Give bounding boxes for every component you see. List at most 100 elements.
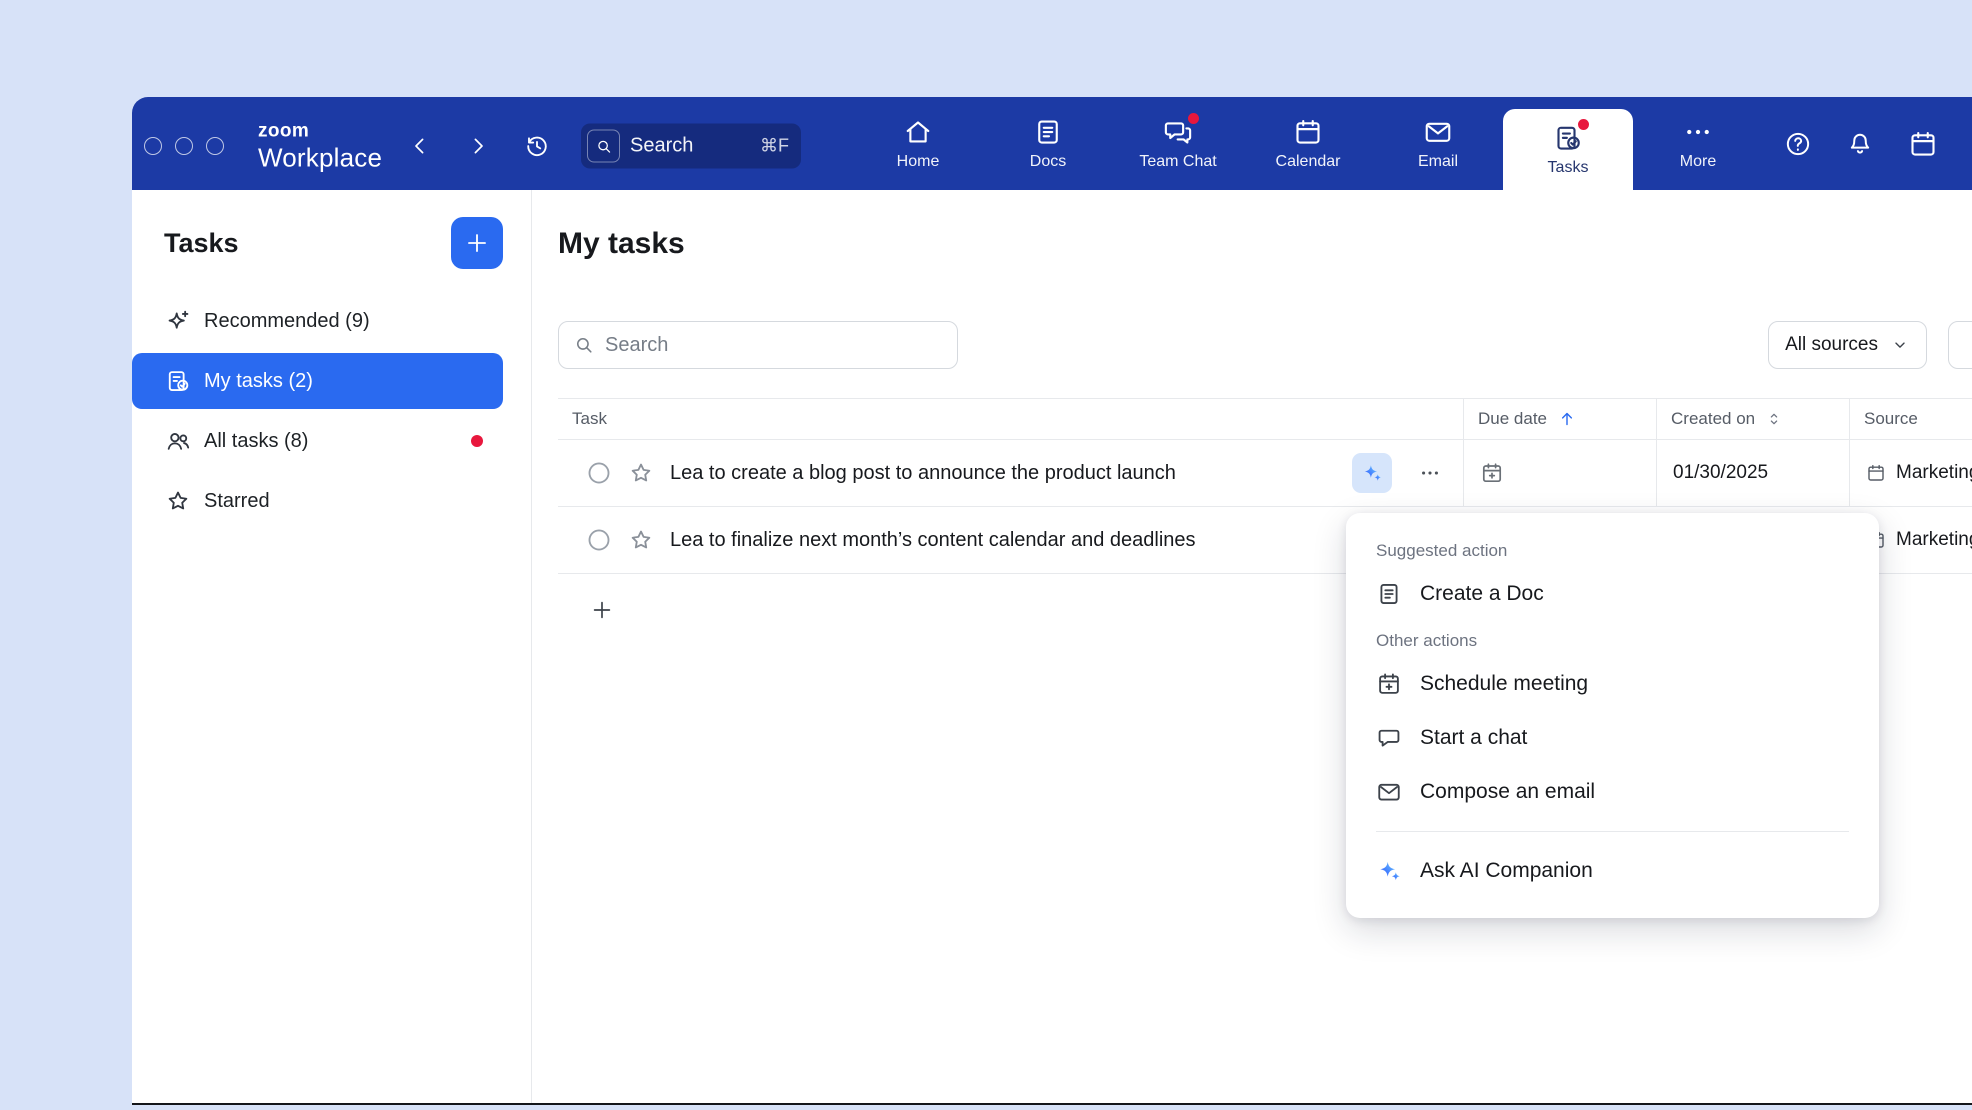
menu-item-start-chat[interactable]: Start a chat — [1370, 711, 1855, 765]
source-icon — [1866, 463, 1886, 483]
star-task-button[interactable] — [628, 527, 654, 553]
plus-icon — [590, 598, 614, 622]
nav-home[interactable]: Home — [853, 97, 983, 190]
set-due-date-button[interactable] — [1480, 461, 1504, 485]
calendar-icon — [1293, 117, 1323, 147]
home-icon — [903, 117, 933, 147]
star-icon — [628, 527, 654, 553]
window-controls — [144, 137, 224, 155]
ai-sparkle-icon — [1361, 462, 1383, 484]
chevron-down-icon — [1890, 335, 1910, 355]
task-row[interactable]: Lea to create a blog post to announce th… — [558, 440, 1972, 507]
topbar-right-icons — [1784, 97, 1938, 190]
nav-calendar[interactable]: Calendar — [1243, 97, 1373, 190]
window-close-button[interactable] — [144, 137, 162, 155]
created-on-cell: 01/30/2025 — [1656, 440, 1849, 506]
help-icon — [1784, 130, 1812, 158]
task-search-box[interactable] — [558, 321, 958, 369]
sidebar-item-recommended[interactable]: Recommended (9) — [132, 293, 503, 349]
star-task-button[interactable] — [628, 460, 654, 486]
chevron-right-icon — [466, 134, 490, 158]
star-icon — [628, 460, 654, 486]
window-zoom-button[interactable] — [206, 137, 224, 155]
calendar-panel-icon — [1908, 129, 1938, 159]
source-name: Marketing — [1896, 462, 1972, 484]
task-complete-checkbox[interactable] — [586, 527, 612, 553]
add-task-button[interactable] — [451, 217, 503, 269]
more-icon — [1683, 117, 1713, 147]
nav-email[interactable]: Email — [1373, 97, 1503, 190]
menu-item-ask-ai-companion[interactable]: Ask AI Companion — [1370, 844, 1855, 898]
add-task-inline-button[interactable] — [590, 598, 614, 622]
bell-icon — [1846, 130, 1874, 158]
circle-icon — [586, 460, 612, 486]
calendar-plus-icon — [1376, 671, 1402, 697]
menu-section-label: Other actions — [1376, 631, 1849, 651]
envelope-icon — [1376, 779, 1402, 805]
sort-ascending-icon[interactable] — [1557, 409, 1577, 429]
toolbar: All sources — [558, 321, 1972, 369]
circle-icon — [586, 527, 612, 553]
task-complete-checkbox[interactable] — [586, 460, 612, 486]
sidebar-item-label: All tasks (8) — [204, 430, 308, 453]
ai-companion-icon — [1376, 858, 1402, 884]
sidebar-item-all-tasks[interactable]: All tasks (8) — [132, 413, 503, 469]
primary-nav: Home Docs Team Chat Calendar Email Tasks — [853, 97, 1763, 190]
search-input[interactable] — [605, 334, 957, 357]
task-title: Lea to finalize next month’s content cal… — [670, 529, 1196, 552]
page-title: My tasks — [558, 226, 1972, 262]
search-shortcut: ⌘F — [760, 136, 789, 157]
task-list-icon — [165, 368, 191, 394]
global-search[interactable]: Search ⌘F — [581, 124, 801, 169]
doc-icon — [1376, 581, 1402, 607]
nav-more[interactable]: More — [1633, 97, 1763, 190]
chevron-left-icon — [408, 134, 432, 158]
zoom-workplace-logo: zoom Workplace — [258, 122, 382, 171]
sidebar-item-label: Recommended (9) — [204, 310, 370, 333]
sidebar: Tasks Recommended (9) My tasks (2) All t… — [132, 190, 532, 1103]
plus-icon — [464, 230, 490, 256]
help-button[interactable] — [1784, 130, 1812, 158]
nav-docs[interactable]: Docs — [983, 97, 1113, 190]
column-source[interactable]: Source — [1849, 399, 1972, 439]
ellipsis-icon — [1419, 462, 1441, 484]
menu-item-schedule-meeting[interactable]: Schedule meeting — [1370, 657, 1855, 711]
chat-bubble-icon — [1376, 725, 1402, 751]
sidebar-item-starred[interactable]: Starred — [132, 473, 503, 529]
more-actions-button[interactable] — [1408, 453, 1452, 493]
topbar: zoom Workplace Search ⌘F Home Docs Team … — [132, 97, 1972, 190]
nav-team-chat[interactable]: Team Chat — [1113, 97, 1243, 190]
sidebar-header: Tasks — [132, 216, 531, 270]
notification-dot — [1188, 113, 1199, 124]
menu-item-create-doc[interactable]: Create a Doc — [1370, 567, 1855, 621]
ai-companion-button[interactable] — [1352, 453, 1392, 493]
back-button[interactable] — [408, 134, 432, 158]
notification-dot — [1578, 119, 1589, 130]
notifications-button[interactable] — [1846, 130, 1874, 158]
divider — [1376, 831, 1849, 832]
unread-dot — [471, 435, 483, 447]
sidebar-title: Tasks — [164, 228, 239, 259]
created-date: 01/30/2025 — [1673, 462, 1768, 484]
calendar-panel-button[interactable] — [1908, 129, 1938, 159]
calendar-plus-icon — [1480, 461, 1504, 485]
global-search-label: Search — [630, 135, 750, 158]
sidebar-list: Recommended (9) My tasks (2) All tasks (… — [132, 293, 531, 529]
task-title: Lea to create a blog post to announce th… — [670, 462, 1176, 485]
search-icon — [587, 130, 620, 163]
sidebar-item-my-tasks[interactable]: My tasks (2) — [132, 353, 503, 409]
forward-button[interactable] — [466, 134, 490, 158]
menu-item-compose-email[interactable]: Compose an email — [1370, 765, 1855, 819]
nav-tasks[interactable]: Tasks — [1503, 109, 1633, 190]
window-minimize-button[interactable] — [175, 137, 193, 155]
sources-filter-dropdown[interactable]: All sources — [1768, 321, 1927, 369]
sources-filter-label: All sources — [1785, 334, 1878, 356]
column-task: Task — [572, 409, 607, 429]
sidebar-item-label: My tasks (2) — [204, 370, 313, 393]
column-created-on[interactable]: Created on — [1656, 399, 1849, 439]
sort-icon[interactable] — [1765, 410, 1783, 428]
clipped-filter-button[interactable] — [1948, 321, 1972, 369]
search-icon — [573, 334, 595, 356]
history-button[interactable] — [524, 133, 550, 159]
column-due-date[interactable]: Due date — [1463, 399, 1656, 439]
